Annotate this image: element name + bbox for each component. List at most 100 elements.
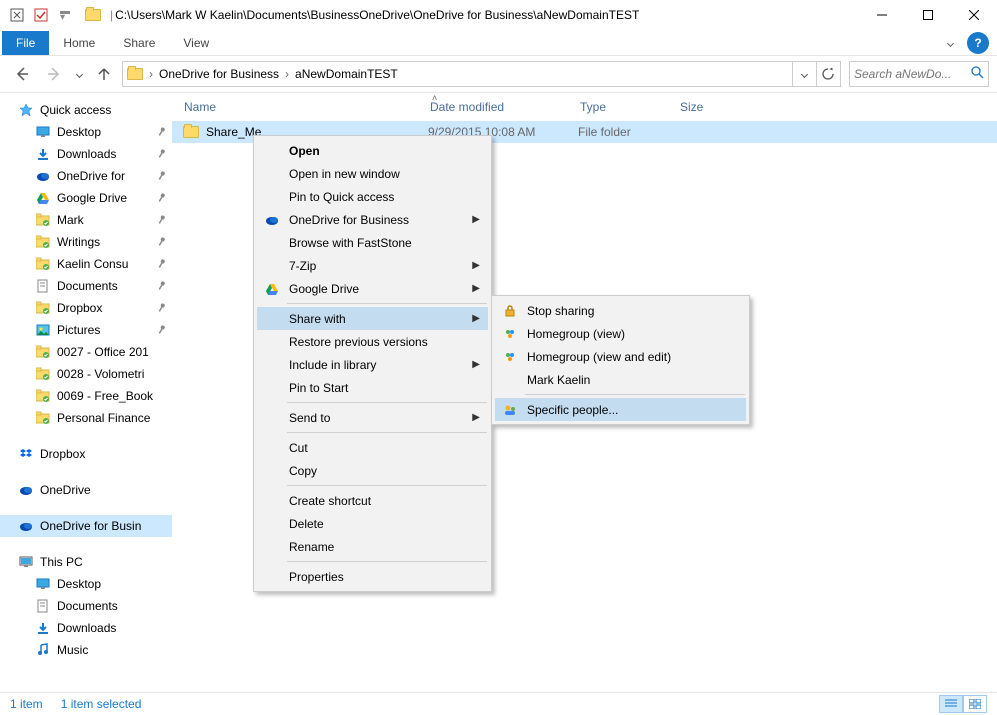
crumb-chevron-icon[interactable]: › — [283, 67, 291, 81]
sidebar-item[interactable]: Downloads — [0, 617, 172, 639]
help-icon[interactable]: ? — [967, 32, 989, 54]
minimize-button[interactable] — [859, 0, 905, 31]
menu-item[interactable]: OneDrive for Business▶ — [257, 208, 488, 231]
sidebar-item[interactable]: Dropbox — [0, 297, 172, 319]
context-menu[interactable]: Open Open in new windowPin to Quick acces… — [253, 135, 492, 592]
sidebar-item[interactable]: Desktop — [0, 573, 172, 595]
sidebar-item[interactable]: Documents — [0, 275, 172, 297]
sidebar-item-label: Desktop — [57, 125, 101, 139]
menu-item[interactable]: Properties — [257, 565, 488, 588]
menu-item[interactable]: Send to▶ — [257, 406, 488, 429]
menu-item[interactable]: Pin to Start — [257, 376, 488, 399]
sidebar-item[interactable]: 0069 - Free_Book — [0, 385, 172, 407]
menu-item[interactable]: Restore previous versions — [257, 330, 488, 353]
sidebar-item-label: Documents — [57, 279, 118, 293]
menu-item[interactable]: Delete — [257, 512, 488, 535]
pin-icon — [153, 256, 168, 272]
menu-item-label: Open — [289, 144, 320, 158]
recent-locations-dropdown[interactable] — [72, 72, 86, 77]
sidebar-section[interactable]: OneDrive for Busin — [0, 515, 172, 537]
menu-item[interactable]: Share with ▶ — [257, 307, 488, 330]
menu-item-label: Share with — [289, 312, 346, 326]
sidebar-item[interactable]: Documents — [0, 595, 172, 617]
refresh-icon[interactable] — [816, 62, 840, 86]
sidebar-item-label: OneDrive for Busin — [40, 519, 141, 533]
menu-item[interactable]: Open — [257, 139, 488, 162]
close-button[interactable] — [951, 0, 997, 31]
menu-separator — [287, 432, 487, 433]
sidebar-item-label: Dropbox — [40, 447, 85, 461]
sidebar-item[interactable]: OneDrive for — [0, 165, 172, 187]
sidebar-item[interactable]: Downloads — [0, 143, 172, 165]
folder-green-icon — [35, 410, 51, 426]
search-icon[interactable] — [971, 66, 984, 82]
tab-view[interactable]: View — [169, 31, 223, 55]
file-tab[interactable]: File — [2, 31, 49, 55]
submenu-arrow-icon: ▶ — [472, 313, 480, 324]
forward-button[interactable] — [40, 60, 68, 88]
sidebar-item[interactable]: Personal Finance — [0, 407, 172, 429]
sidebar-item[interactable]: Desktop — [0, 121, 172, 143]
search-box[interactable] — [849, 61, 989, 87]
share-with-submenu[interactable]: Stop sharingHomegroup (view)Homegroup (v… — [491, 295, 750, 425]
icons-view-button[interactable] — [963, 695, 987, 713]
up-button[interactable] — [90, 60, 118, 88]
menu-item-label: Send to — [289, 411, 330, 425]
col-name[interactable]: Name — [182, 100, 430, 114]
status-item-count: 1 item — [10, 697, 43, 711]
menu-item[interactable]: Create shortcut — [257, 489, 488, 512]
sidebar-item[interactable]: 0028 - Volometri — [0, 363, 172, 385]
maximize-button[interactable] — [905, 0, 951, 31]
col-size[interactable]: Size — [680, 100, 760, 114]
sidebar-item[interactable]: Writings — [0, 231, 172, 253]
menu-item[interactable]: Include in library▶ — [257, 353, 488, 376]
sidebar-section[interactable]: OneDrive — [0, 479, 172, 501]
breadcrumb-0[interactable]: OneDrive for Business — [155, 62, 283, 86]
menu-item[interactable]: Homegroup (view and edit) — [495, 345, 746, 368]
col-date[interactable]: Date modified — [430, 100, 580, 114]
search-input[interactable] — [854, 67, 984, 81]
pin-icon — [153, 322, 168, 338]
sidebar-item-label: Dropbox — [57, 301, 102, 315]
crumb-chevron-icon[interactable]: › — [147, 67, 155, 81]
sidebar-item[interactable]: Pictures — [0, 319, 172, 341]
quick-access-header[interactable]: Quick access — [0, 99, 172, 121]
menu-item-label: Browse with FastStone — [289, 236, 412, 250]
sidebar-item[interactable]: Mark — [0, 209, 172, 231]
documents-icon — [35, 598, 51, 614]
col-type[interactable]: Type — [580, 100, 680, 114]
tab-home[interactable]: Home — [49, 31, 109, 55]
ribbon-expand-icon[interactable] — [939, 32, 961, 54]
sidebar-item[interactable]: Kaelin Consu — [0, 253, 172, 275]
menu-item[interactable]: Copy — [257, 459, 488, 482]
menu-item[interactable]: 7-Zip▶ — [257, 254, 488, 277]
sidebar-section[interactable]: Dropbox — [0, 443, 172, 465]
menu-item[interactable]: Google Drive▶ — [257, 277, 488, 300]
qat-properties-icon[interactable] — [30, 4, 52, 26]
sidebar-section[interactable]: This PC — [0, 551, 172, 573]
menu-item[interactable]: Cut — [257, 436, 488, 459]
menu-item[interactable]: Pin to Quick access — [257, 185, 488, 208]
address-dropdown-icon[interactable] — [792, 62, 816, 86]
sidebar-item[interactable]: Google Drive — [0, 187, 172, 209]
menu-item[interactable]: Rename — [257, 535, 488, 558]
column-headers[interactable]: Name Date modified Type Size ˄ — [172, 93, 997, 121]
menu-item[interactable]: Browse with FastStone — [257, 231, 488, 254]
menu-item-label: Properties — [289, 570, 344, 584]
back-button[interactable] — [8, 60, 36, 88]
qat-dropdown-icon[interactable]: ▬▾ — [54, 4, 76, 26]
address-bar[interactable]: › OneDrive for Business › aNewDomainTEST — [122, 61, 841, 87]
menu-item[interactable]: Mark Kaelin — [495, 368, 746, 391]
menu-item[interactable]: Homegroup (view) — [495, 322, 746, 345]
details-view-button[interactable] — [939, 695, 963, 713]
sidebar-item[interactable]: 0027 - Office 201 — [0, 341, 172, 363]
navigation-pane[interactable]: Quick access DesktopDownloadsOneDrive fo… — [0, 93, 172, 692]
tab-share[interactable]: Share — [109, 31, 169, 55]
breadcrumb-1[interactable]: aNewDomainTEST — [291, 62, 402, 86]
qat-back-icon[interactable] — [6, 4, 28, 26]
sidebar-item[interactable]: Music — [0, 639, 172, 661]
star-icon — [18, 102, 34, 118]
menu-item[interactable]: Stop sharing — [495, 299, 746, 322]
menu-item[interactable]: Open in new window — [257, 162, 488, 185]
menu-item[interactable]: Specific people... — [495, 398, 746, 421]
